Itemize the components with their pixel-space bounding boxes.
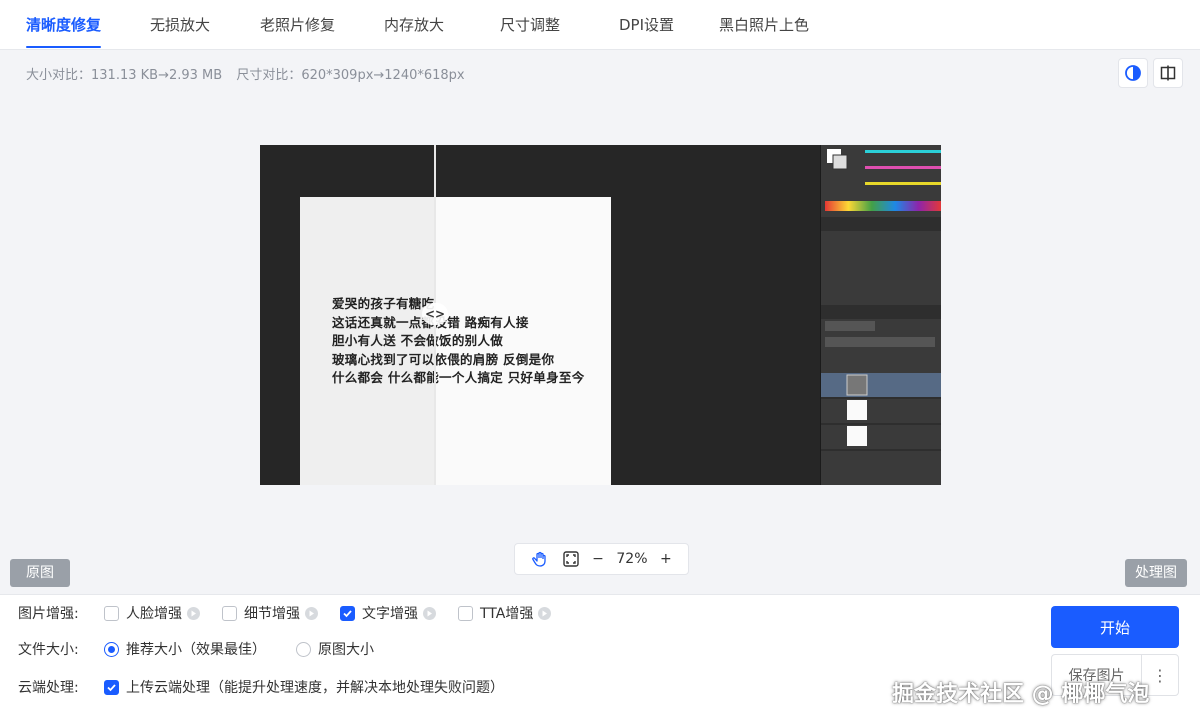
zoom-out-button[interactable]: −: [592, 551, 604, 567]
compare-mode-button[interactable]: [1118, 58, 1148, 88]
text-enhance-label: 文字增强: [362, 606, 418, 622]
split-handle-arrows: <>: [424, 307, 446, 321]
face-enhance-checkbox[interactable]: [104, 605, 119, 621]
play-info-icon[interactable]: [187, 606, 200, 620]
cloud-row: 云端处理: 上传云端处理（能提升处理速度，并解决本地处理失败问题）: [18, 675, 526, 699]
cloud-upload-option[interactable]: 上传云端处理（能提升处理速度，并解决本地处理失败问题）: [104, 677, 504, 697]
original-size-option[interactable]: 原图大小: [296, 639, 374, 659]
zoom-toolbar: − 72% +: [514, 543, 689, 575]
recommended-size-radio[interactable]: [104, 641, 119, 657]
tab-resize[interactable]: 尺寸调整: [500, 0, 560, 50]
size-info: 大小对比：131.13 KB→2.93 MB 尺寸对比：620*309px→12…: [26, 64, 475, 83]
file-size-compare: 大小对比：131.13 KB→2.93 MB: [26, 68, 223, 83]
check-icon: [343, 609, 352, 617]
poem-line: 胆小有人送 不会做饭的别人做: [332, 333, 504, 348]
detail-enhance-option[interactable]: 细节增强: [222, 603, 318, 623]
tab-clarity-repair[interactable]: 清晰度修复: [26, 0, 102, 50]
tab-memory-upscale[interactable]: 内存放大: [384, 0, 444, 50]
tta-enhance-label: TTA增强: [480, 606, 534, 622]
tta-enhance-checkbox[interactable]: [458, 605, 473, 621]
original-size-label: 原图大小: [318, 642, 374, 658]
watermark: 掘金技术社区 @ 椰椰气泡: [892, 682, 1150, 707]
tab-old-photo-repair[interactable]: 老照片修复: [260, 0, 335, 50]
filesize-label: 文件大小:: [18, 642, 79, 658]
filesize-row: 文件大小: 推荐大小（效果最佳） 原图大小: [18, 637, 396, 661]
tab-bar: 清晰度修复 无损放大 老照片修复 内存放大 尺寸调整 DPI设置 黑白照片上色: [0, 0, 1200, 50]
dimension-compare: 尺寸对比：620*309px→1240*618px: [236, 68, 465, 83]
split-view-button[interactable]: [1153, 58, 1183, 88]
photoshop-panel-graphic: [821, 149, 941, 451]
text-enhance-checkbox[interactable]: [340, 605, 355, 621]
detail-enhance-checkbox[interactable]: [222, 605, 237, 621]
play-info-icon[interactable]: [538, 606, 552, 620]
fit-screen-button[interactable]: [562, 550, 580, 568]
split-view-icon: [1160, 65, 1176, 81]
play-info-icon[interactable]: [305, 606, 318, 620]
enhance-label: 图片增强:: [18, 606, 79, 622]
recommended-size-option[interactable]: 推荐大小（效果最佳）: [104, 639, 266, 659]
cloud-label: 云端处理:: [18, 680, 79, 696]
face-enhance-label: 人脸增强: [126, 606, 182, 622]
zoom-in-button[interactable]: +: [660, 551, 672, 567]
face-enhance-option[interactable]: 人脸增强: [104, 603, 200, 623]
hand-tool-button[interactable]: [531, 550, 549, 568]
poem-line: 玻璃心找到了可以依偎的肩膀 反倒是你: [332, 351, 555, 367]
split-handle[interactable]: <>: [422, 303, 448, 325]
recommended-size-label: 推荐大小（效果最佳）: [126, 642, 266, 658]
cloud-upload-label: 上传云端处理（能提升处理速度，并解决本地处理失败问题）: [126, 680, 504, 696]
original-label: 原图: [10, 559, 70, 587]
hand-icon: [532, 551, 546, 567]
image-preview[interactable]: 爱哭的孩子有糖吃 这话还真就一点都没错 路痴有人接 胆小有人送 不会做饭的别人做…: [260, 145, 941, 485]
poem-line: 这话还真就一点都没错 路痴有人接: [332, 314, 529, 330]
contrast-icon: [1125, 65, 1141, 81]
processed-label: 处理图: [1125, 559, 1187, 587]
detail-enhance-label: 细节增强: [244, 606, 300, 622]
enhance-row: 图片增强: 人脸增强 细节增强 文字增强 TTA增强: [18, 601, 573, 625]
photoshop-panel: [820, 145, 941, 485]
poem-line: 什么都会 什么都能一个人搞定 只好单身至今: [332, 370, 585, 385]
check-icon: [107, 683, 116, 691]
original-size-radio[interactable]: [296, 641, 311, 657]
poem-line: 爱哭的孩子有糖吃: [332, 296, 435, 311]
poem-text: 爱哭的孩子有糖吃 这话还真就一点都没错 路痴有人接 胆小有人送 不会做饭的别人做…: [332, 295, 585, 388]
cloud-upload-checkbox[interactable]: [104, 679, 119, 695]
tab-lossless-upscale[interactable]: 无损放大: [150, 0, 210, 50]
play-info-icon[interactable]: [423, 606, 436, 620]
tta-enhance-option[interactable]: TTA增强: [458, 603, 552, 623]
start-button[interactable]: 开始: [1051, 606, 1179, 648]
fullscreen-icon: [563, 551, 579, 567]
text-enhance-option[interactable]: 文字增强: [340, 603, 436, 623]
zoom-level: 72%: [616, 551, 648, 567]
tab-dpi-settings[interactable]: DPI设置: [619, 0, 674, 50]
tab-colorize[interactable]: 黑白照片上色: [719, 0, 809, 50]
